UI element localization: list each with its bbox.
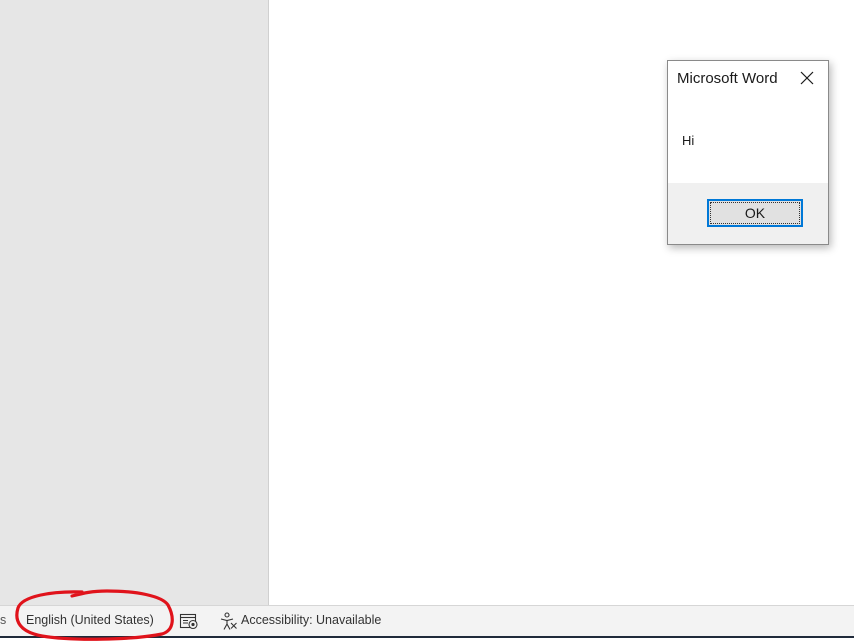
message-box-dialog: Microsoft Word Hi OK xyxy=(667,60,829,245)
navigation-pane xyxy=(0,0,269,605)
language-indicator[interactable]: English (United States) xyxy=(26,613,154,627)
window-bottom-border xyxy=(0,636,854,638)
close-button[interactable] xyxy=(794,67,820,91)
ok-button[interactable]: OK xyxy=(707,199,803,227)
ok-button-label: OK xyxy=(744,205,766,221)
word-window: Microsoft Word Hi OK s English (United S… xyxy=(0,0,854,643)
accessibility-label: Accessibility: Unavailable xyxy=(241,613,382,627)
status-bar: s English (United States) Accessibility:… xyxy=(0,605,854,636)
dialog-titlebar[interactable]: Microsoft Word xyxy=(668,61,828,97)
dialog-title: Microsoft Word xyxy=(677,70,778,87)
status-truncated-text: s xyxy=(0,613,7,627)
dialog-message: Hi xyxy=(682,133,695,148)
close-icon xyxy=(800,71,814,85)
dialog-footer: OK xyxy=(668,183,828,244)
accessibility-icon xyxy=(220,612,237,630)
focus-mode-icon[interactable] xyxy=(179,611,199,631)
